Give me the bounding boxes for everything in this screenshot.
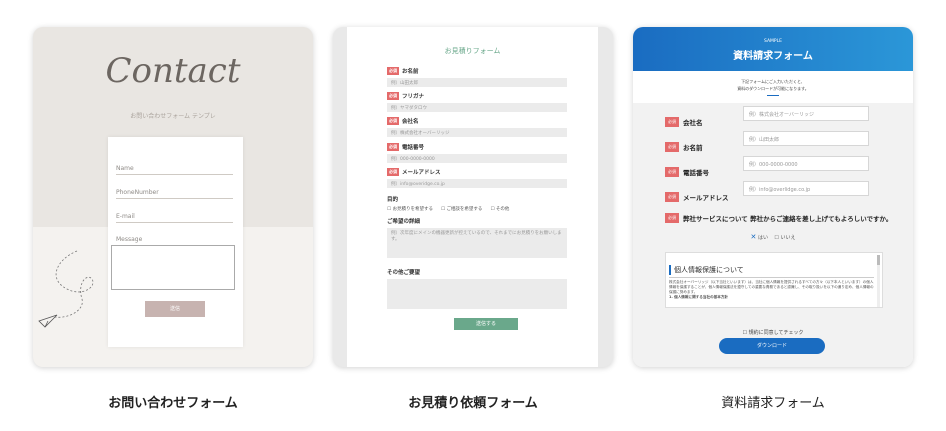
estimate-form-card[interactable]: お見積りフォーム 必須 お名前 例）山田太郎 必須 フリガナ 例）ヤマダタロウ 必須…	[333, 27, 613, 367]
radio-yes[interactable]: ✕ はい	[750, 233, 768, 241]
phone-input[interactable]: 例）000-0000-0000	[743, 155, 869, 171]
name-input[interactable]: 例）山田太郎	[743, 130, 869, 146]
phone-field[interactable]: PhoneNumber	[116, 189, 233, 199]
field-label: 会社名	[402, 119, 419, 125]
doc-field-phone: 必須 電話番号	[665, 167, 709, 177]
company-input[interactable]: 例）株式会社オーバーリッジ	[743, 105, 869, 121]
required-badge: 必須	[665, 213, 679, 223]
intro-divider	[767, 95, 779, 96]
field-label: 会社名	[683, 119, 703, 127]
field-label: 電話番号	[683, 169, 709, 177]
estimate-form-title: お見積りフォーム	[444, 47, 501, 55]
estimate-field-kana: 必須 フリガナ 例）ヤマダタロウ	[387, 92, 567, 112]
doc-field-email: 必須 メールアドレス	[665, 192, 729, 202]
required-badge: 必須	[387, 117, 399, 125]
field-label: 電話番号	[402, 145, 425, 151]
required-badge: 必須	[387, 143, 399, 151]
field-label: メールアドレス	[683, 194, 729, 202]
doc-field-name: 必須 お名前	[665, 142, 703, 152]
privacy-scrollbar[interactable]	[877, 255, 880, 307]
estimate-field-company: 必須 会社名 例）株式会社オーバーリッジ	[387, 117, 567, 137]
name-input[interactable]: 例）山田太郎	[387, 78, 567, 87]
other-label: その他ご要望	[387, 270, 421, 276]
field-label: お名前	[683, 144, 703, 152]
privacy-text: 株式会社オーバーリッジ（以下当社といいます）は、当社に個人情報を提供されるすべて…	[669, 280, 874, 299]
kana-input[interactable]: 例）ヤマダタロウ	[387, 103, 567, 112]
message-label: Message	[116, 236, 143, 243]
paper-plane-icon	[38, 250, 94, 328]
intro-line-2: 資料のダウンロードが可能になります。	[737, 86, 809, 91]
caption-estimate: お見積り依頼フォーム	[408, 396, 538, 411]
detail-label: ご希望の詳細	[387, 219, 421, 225]
email-input[interactable]: 例）info@overlidge.co.jp	[743, 180, 869, 196]
privacy-policy-box[interactable]: 個人情報保護について 株式会社オーバーリッジ（以下当社といいます）は、当社に個人…	[665, 252, 883, 308]
radio-no[interactable]: ☐ いいえ	[774, 235, 795, 241]
document-request-card[interactable]: SAMPLE 資料請求フォーム 下記フォームにご入力いただくと、 資料のダウンロ…	[633, 27, 913, 367]
contact-logo-subtitle: お問い合わせフォーム テンプレ	[130, 113, 216, 120]
contact-permission-label: 弊社サービスについて 弊社からご連絡を差し上げてもよろしいですか。	[683, 215, 893, 223]
company-input[interactable]: 例）株式会社オーバーリッジ	[387, 128, 567, 137]
privacy-title: 個人情報保護について	[669, 265, 744, 275]
detail-textarea[interactable]: 例）次年度にメインの機器更新が控えているので、それまでにお見積りをお願いします。	[387, 228, 567, 258]
intro-line-1: 下記フォームにご入力いただくと、	[741, 79, 805, 84]
required-badge: 必須	[665, 142, 679, 152]
estimate-field-detail: ご希望の詳細 例）次年度にメインの機器更新が控えているので、それまでにお見積りを…	[387, 217, 567, 258]
required-badge: 必須	[665, 117, 679, 127]
agree-checkbox[interactable]: ☐ 規約に同意してチェック	[633, 329, 913, 336]
estimate-form-sheet: お見積りフォーム 必須 お名前 例）山田太郎 必須 フリガナ 例）ヤマダタロウ 必須…	[347, 27, 598, 367]
contact-form-panel: Name PhoneNumber E-mail Message 送信	[108, 137, 243, 347]
purpose-option-estimate[interactable]: ☐ お見積りを希望する	[387, 206, 433, 212]
sample-label: SAMPLE	[764, 39, 782, 44]
required-badge: 必須	[387, 92, 399, 100]
field-label: お名前	[402, 69, 419, 75]
purpose-option-other[interactable]: ☐ その他	[490, 206, 509, 212]
name-field[interactable]: Name	[116, 165, 233, 175]
field-label: フリガナ	[402, 94, 425, 100]
document-request-header: SAMPLE 資料請求フォーム	[633, 27, 913, 71]
doc-field-company: 必須 会社名	[665, 117, 703, 127]
caption-document-request: 資料請求フォーム	[721, 396, 825, 411]
contact-permission-radios: ✕ はい ☐ いいえ	[633, 233, 913, 241]
estimate-submit-button[interactable]: 送信する	[454, 318, 518, 330]
checked-x-icon: ✕	[750, 233, 757, 241]
privacy-divider	[669, 277, 874, 278]
other-textarea[interactable]	[387, 279, 567, 309]
required-badge: 必須	[387, 67, 399, 75]
purpose-option-consult[interactable]: ☐ ご相談を希望する	[441, 206, 482, 212]
send-button[interactable]: 送信	[145, 301, 205, 317]
email-field[interactable]: E-mail	[116, 213, 233, 223]
required-badge: 必須	[665, 192, 679, 202]
required-badge: 必須	[665, 167, 679, 177]
estimate-field-other: その他ご要望	[387, 268, 567, 309]
email-input[interactable]: 例）info@overidge.co.jp	[387, 179, 567, 188]
message-textarea[interactable]	[111, 245, 235, 290]
required-badge: 必須	[387, 168, 399, 176]
estimate-field-name: 必須 お名前 例）山田太郎	[387, 67, 567, 87]
estimate-field-email: 必須 メールアドレス 例）info@overidge.co.jp	[387, 168, 567, 188]
phone-input[interactable]: 例）000-0000-0000	[387, 154, 567, 163]
estimate-field-phone: 必須 電話番号 例）000-0000-0000	[387, 143, 567, 163]
privacy-section-heading: 1. 個人情報に関する当社の基本方針	[669, 294, 729, 299]
download-button[interactable]: ダウンロード	[719, 338, 825, 354]
contact-logo: Contact	[105, 51, 241, 91]
field-label: メールアドレス	[402, 170, 441, 176]
document-request-title: 資料請求フォーム	[733, 51, 813, 62]
purpose-label: 目的	[387, 197, 399, 203]
contact-permission-question: 必須 弊社サービスについて 弊社からご連絡を差し上げてもよろしいですか。	[665, 213, 892, 223]
caption-contact: お問い合わせフォーム	[108, 396, 238, 411]
contact-form-card[interactable]: Contact お問い合わせフォーム テンプレ Name PhoneNumber…	[33, 27, 313, 367]
estimate-field-purpose: 目的 ☐ お見積りを希望する ☐ ご相談を希望する ☐ その他	[387, 195, 567, 212]
